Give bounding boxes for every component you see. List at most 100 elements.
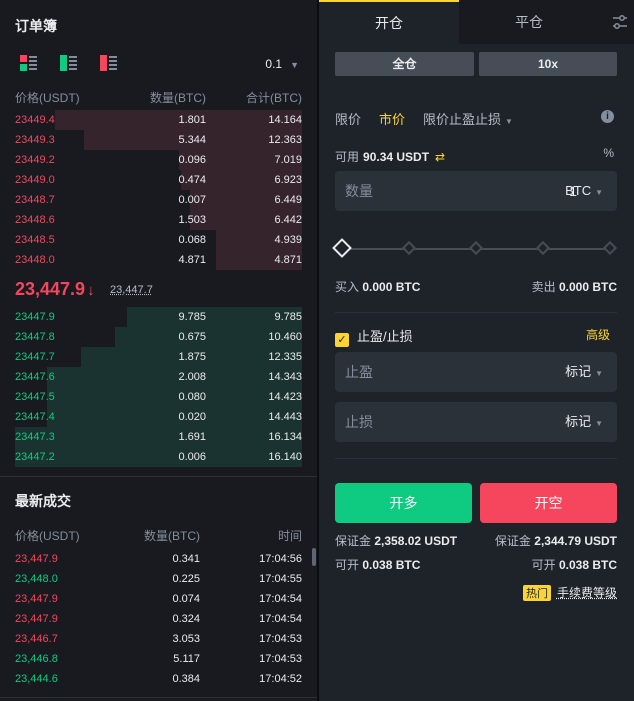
stop-loss-type-select[interactable]: 标记 ▼ [565, 402, 603, 444]
slider-mark-25[interactable] [401, 240, 417, 256]
bid-row[interactable]: 23447.4 0.020 14.443 [15, 407, 302, 427]
bid-qty: 0.675 [178, 331, 206, 343]
bid-price: 23447.3 [15, 431, 55, 443]
bid-total: 14.443 [268, 411, 302, 423]
tab-open[interactable]: 开仓 [319, 0, 459, 44]
bid-price: 23447.5 [15, 391, 55, 403]
open-long-button[interactable]: 开多 [335, 483, 472, 523]
bid-row[interactable]: 23447.9 9.785 9.785 [15, 307, 302, 327]
ask-qty: 0.068 [178, 234, 206, 246]
bid-row[interactable]: 23447.2 0.006 16.140 [15, 447, 302, 467]
ask-price: 23448.7 [15, 194, 55, 206]
sliders-icon[interactable] [612, 14, 628, 30]
bid-qty: 0.080 [178, 391, 206, 403]
mark-price[interactable]: 23,447.7 [110, 284, 153, 296]
caret-down-icon: ▼ [505, 117, 513, 126]
bid-row[interactable]: 23447.6 2.008 14.343 [15, 367, 302, 387]
ask-price: 23449.0 [15, 174, 55, 186]
leverage-button[interactable]: 10x [479, 52, 617, 76]
trade-time: 17:04:54 [259, 613, 302, 625]
bid-row[interactable]: 23447.7 1.875 12.335 [15, 347, 302, 367]
trade-row: 23,447.9 0.324 17:04:54 [15, 609, 302, 629]
bid-qty: 0.020 [178, 411, 206, 423]
orderbook-bids-icon[interactable] [60, 55, 78, 71]
trade-time: 17:04:53 [259, 653, 302, 665]
trade-row: 23,447.9 0.074 17:04:54 [15, 589, 302, 609]
bid-qty: 1.691 [178, 431, 206, 443]
ask-row[interactable]: 23448.7 0.007 6.449 [15, 190, 302, 210]
last-price[interactable]: 23,447.9 ↓ [15, 279, 95, 300]
orderbook-panel: 订单簿 0.1 ▼ 价格(USDT) 数量(BTC) 合计(BTC) 23449… [0, 0, 317, 701]
bid-price: 23447.7 [15, 351, 55, 363]
tab-close[interactable]: 平仓 [459, 0, 599, 44]
ask-row[interactable]: 23449.3 5.344 12.363 [15, 130, 302, 150]
bid-depth-bar [46, 407, 302, 427]
bid-price: 23447.8 [15, 331, 55, 343]
stop-loss-label: 止损 [345, 414, 373, 430]
ask-row[interactable]: 23448.0 4.871 4.871 [15, 250, 302, 270]
bid-row[interactable]: 23447.3 1.691 16.134 [15, 427, 302, 447]
ask-qty: 1.503 [178, 214, 206, 226]
long-margin: 保证金 2,358.02 USDT [335, 534, 458, 548]
slider-mark-100[interactable] [602, 240, 618, 256]
trades-scrollbar[interactable] [312, 548, 316, 566]
fee-level-link[interactable]: 热门 手续费等级 [522, 584, 617, 601]
section-divider [0, 476, 317, 477]
bid-row[interactable]: 23447.8 0.675 10.460 [15, 327, 302, 347]
swap-arrows-icon[interactable]: ⇄ [435, 150, 445, 164]
quantity-input[interactable]: 数量 1 BTC ▼ [335, 171, 617, 211]
margin-mode-button[interactable]: 全仓 [335, 52, 474, 76]
header-price: 价格(USDT) [15, 91, 80, 105]
order-type-market[interactable]: 市价 [379, 109, 405, 128]
open-short-button[interactable]: 开空 [480, 483, 617, 523]
orderbook-view-toggles [20, 55, 118, 71]
info-icon[interactable]: i [601, 110, 614, 123]
take-profit-input[interactable]: 止盈 标记 ▼ [335, 352, 617, 392]
ask-row[interactable]: 23448.6 1.503 6.442 [15, 210, 302, 230]
bid-depth-bar [15, 427, 302, 447]
tpsl-checkbox[interactable]: ✓ 止盈/止损 [335, 326, 413, 347]
bid-depth-bar [15, 447, 302, 467]
quantity-slider[interactable] [332, 238, 618, 258]
section-divider [335, 312, 617, 313]
slider-mark-50[interactable] [468, 240, 484, 256]
bid-qty: 0.006 [178, 451, 206, 463]
advanced-link[interactable]: 高级 [586, 326, 610, 343]
stop-loss-input[interactable]: 止损 标记 ▼ [335, 402, 617, 442]
slider-mark-75[interactable] [535, 240, 551, 256]
ask-total: 14.164 [268, 114, 302, 126]
bid-total: 16.140 [268, 451, 302, 463]
quantity-unit-select[interactable]: BTC ▼ [565, 171, 603, 213]
precision-select[interactable]: 0.1 ▼ [265, 57, 299, 71]
ask-row[interactable]: 23449.0 0.474 6.923 [15, 170, 302, 190]
trade-qty: 0.341 [172, 553, 200, 565]
trade-row: 23,444.6 0.384 17:04:52 [15, 669, 302, 689]
chevron-down-icon: ▼ [595, 188, 603, 197]
chevron-down-icon: ▼ [290, 60, 299, 70]
trades-header-qty: 数量(BTC) [144, 529, 200, 543]
bid-price: 23447.2 [15, 451, 55, 463]
quantity-label: 数量 [345, 183, 373, 199]
down-arrow-icon: ↓ [87, 282, 95, 299]
ask-total: 4.871 [274, 254, 302, 266]
trades-header-time: 时间 [277, 529, 302, 543]
take-profit-type-select[interactable]: 标记 ▼ [565, 352, 603, 394]
bid-row[interactable]: 23447.5 0.080 14.423 [15, 387, 302, 407]
ask-row[interactable]: 23448.5 0.068 4.939 [15, 230, 302, 250]
bid-price: 23447.9 [15, 311, 55, 323]
trade-row: 23,448.0 0.225 17:04:55 [15, 569, 302, 589]
orderbook-both-icon[interactable] [20, 55, 38, 71]
trade-row: 23,446.7 3.053 17:04:53 [15, 629, 302, 649]
slider-handle[interactable] [332, 238, 352, 258]
ask-row[interactable]: 23449.4 1.801 14.164 [15, 110, 302, 130]
bid-total: 10.460 [268, 331, 302, 343]
orderbook-asks-icon[interactable] [100, 55, 118, 71]
ask-row[interactable]: 23449.2 0.096 7.019 [15, 150, 302, 170]
check-icon: ✓ [335, 333, 349, 347]
trade-price: 23,446.7 [15, 633, 58, 645]
bid-price: 23447.4 [15, 411, 55, 423]
ask-qty: 0.007 [178, 194, 206, 206]
order-type-limit[interactable]: 限价 [335, 109, 361, 128]
percent-icon[interactable]: % [603, 146, 614, 160]
order-type-stop-limit[interactable]: 限价止盈止损 ▼ [423, 109, 513, 128]
